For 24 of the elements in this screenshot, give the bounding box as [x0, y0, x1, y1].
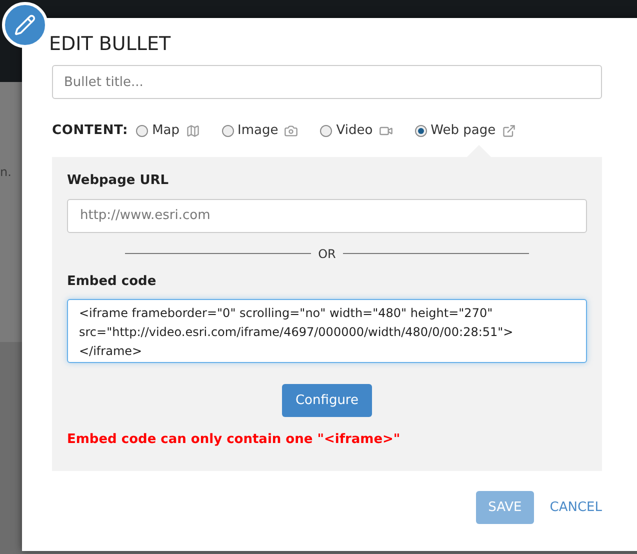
embed-code-field[interactable]: <iframe frameborder="0" scrolling="no" width="480" height="270" src="http://video.esri.com/iframe/4697/000000/width/480/0/00:28:51"></iframe> — [67, 299, 587, 363]
content-label: CONTENT: — [52, 122, 128, 140]
configure-button[interactable]: Configure — [282, 384, 372, 417]
webpage-url-label: Webpage URL — [67, 172, 170, 190]
content-radio-option[interactable]: Video — [320, 121, 393, 141]
webpage-url-field[interactable]: http://www.esri.com — [67, 198, 587, 232]
error-message: Embed code can only contain one "<iframe>" — [67, 431, 402, 449]
map-icon — [186, 124, 200, 138]
background-text: n. — [0, 164, 12, 181]
bullet-title-field[interactable]: Bullet title... — [52, 65, 602, 99]
or-separator: OR — [318, 246, 336, 262]
content-radio-option[interactable]: Map — [136, 121, 200, 141]
content-radio-option[interactable]: Image — [222, 121, 298, 141]
radio-button[interactable] — [414, 125, 427, 137]
radio-button[interactable] — [136, 125, 148, 137]
video-camera-icon — [378, 124, 393, 138]
external-link-icon — [502, 124, 516, 138]
cancel-link[interactable]: CANCEL — [550, 491, 602, 524]
embed-code-label: Embed code — [67, 272, 158, 290]
dialog-title: EDIT BULLET — [49, 32, 172, 56]
radio-button[interactable] — [222, 125, 234, 137]
content-radio-option[interactable]: Web page — [414, 121, 516, 141]
radio-button[interactable] — [320, 125, 332, 137]
camera-icon — [284, 124, 298, 138]
